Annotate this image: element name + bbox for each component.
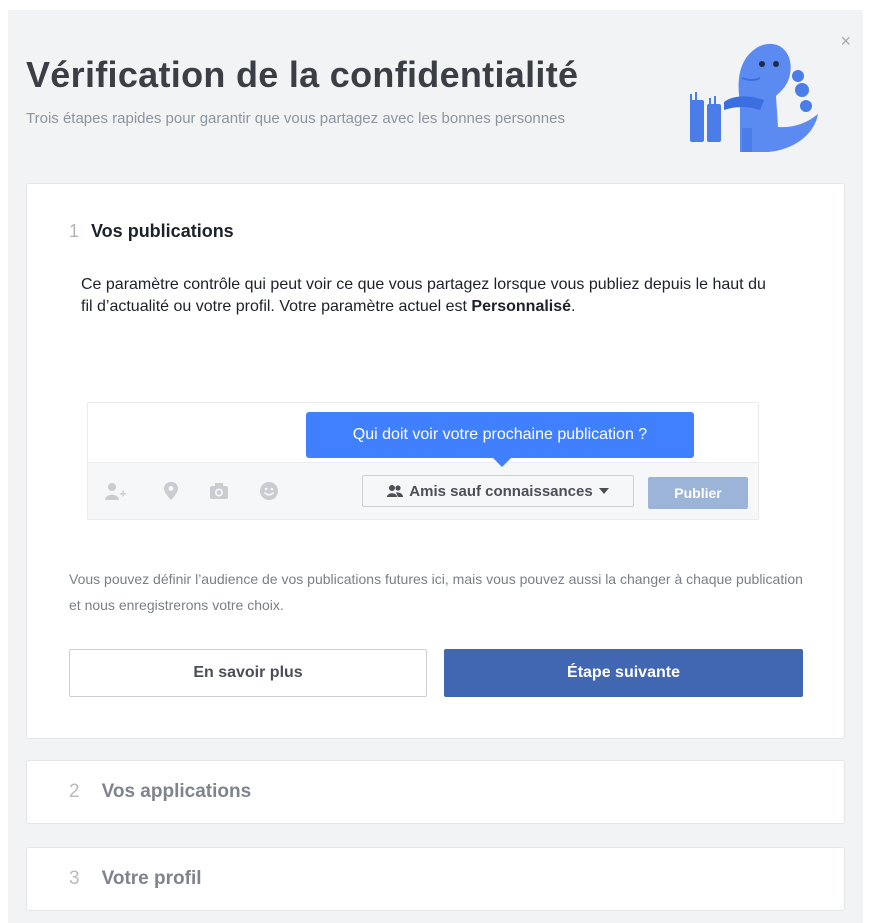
tag-friends-icon — [105, 483, 126, 500]
page-title: Vérification de la confidentialité — [26, 54, 579, 95]
step-card-profile[interactable]: 3 Votre profil — [26, 847, 845, 911]
tooltip-arrow — [492, 457, 512, 467]
camera-icon — [210, 483, 228, 499]
current-setting: Personnalisé — [471, 298, 572, 315]
step-card-publications: 1 Vos publications Ce paramètre contrôle … — [26, 183, 845, 739]
step-heading: 3 Votre profil — [69, 868, 202, 890]
dinosaur-mascot-icon — [690, 43, 818, 152]
next-step-button[interactable]: Étape suivante — [444, 649, 803, 697]
dropdown-caret-icon — [598, 488, 609, 494]
privacy-checkup-dialog: × Vérification de la confidentialité Tro… — [8, 10, 863, 923]
step-heading: 1 Vos publications — [69, 221, 234, 242]
step-heading: 2 Vos applications — [69, 781, 251, 803]
audience-selector[interactable]: Amis sauf connaissances — [362, 475, 634, 507]
learn-more-button[interactable]: En savoir plus — [69, 649, 427, 697]
emoji-icon — [260, 482, 278, 500]
step-note: Vous pouvez définir l’audience de vos pu… — [69, 571, 803, 613]
step-title: Votre profil — [101, 868, 202, 889]
step-title: Vos applications — [101, 781, 252, 802]
friends-icon — [387, 485, 404, 497]
composer-toolbar: Amis sauf connaissances Publier — [88, 462, 758, 519]
step-number: 1 — [69, 221, 80, 241]
step-number: 2 — [69, 781, 80, 802]
close-icon[interactable]: × — [840, 32, 851, 50]
audience-label: Amis sauf connaissances — [409, 482, 593, 500]
step-title: Vos publications — [91, 221, 234, 241]
step-card-applications[interactable]: 2 Vos applications — [26, 760, 845, 824]
location-icon — [164, 482, 178, 500]
audience-tooltip: Qui doit voir votre prochaine publicatio… — [306, 412, 694, 458]
step-number: 3 — [69, 868, 80, 889]
post-button[interactable]: Publier — [648, 477, 748, 509]
step-description: Ce paramètre contrôle qui peut voir ce q… — [81, 276, 766, 315]
page-subtitle: Trois étapes rapides pour garantir que v… — [26, 110, 565, 127]
